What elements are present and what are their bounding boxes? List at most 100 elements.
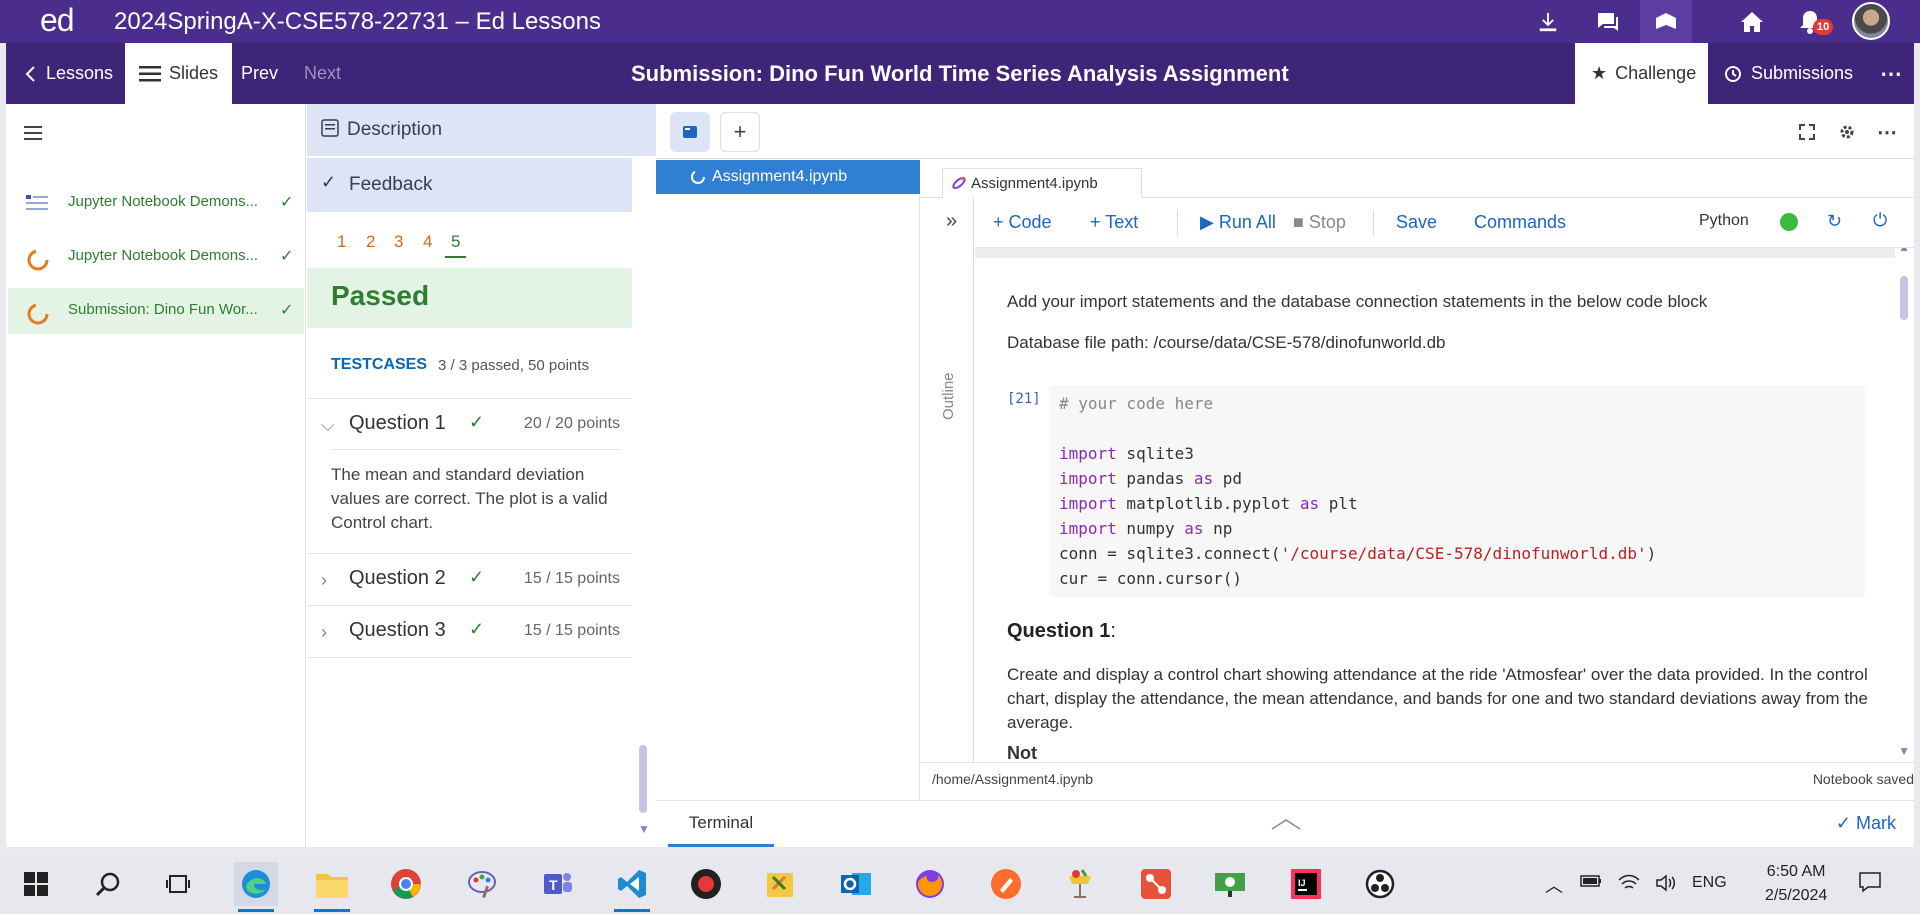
fruit-app-icon[interactable] bbox=[1058, 862, 1102, 906]
wifi-icon[interactable] bbox=[1618, 874, 1640, 897]
presentation-app-icon[interactable] bbox=[1208, 862, 1252, 906]
windows-start-icon[interactable] bbox=[14, 862, 58, 906]
outlook-icon[interactable] bbox=[834, 862, 878, 906]
edge-browser-icon[interactable] bbox=[234, 862, 278, 912]
attempt-5[interactable]: 5 bbox=[445, 232, 467, 258]
file-item[interactable]: Assignment4.ipynb bbox=[656, 160, 920, 194]
menu-icon bbox=[139, 65, 161, 81]
intellij-icon[interactable]: IJ bbox=[1284, 862, 1328, 906]
description-tab[interactable]: Description bbox=[307, 104, 656, 156]
commands-button[interactable]: Commands bbox=[1474, 212, 1566, 233]
scroll-down-icon[interactable]: ▼ bbox=[1898, 744, 1910, 758]
submissions-button[interactable]: Submissions bbox=[1724, 43, 1853, 104]
chevron-up-icon[interactable] bbox=[1271, 817, 1301, 835]
feedback-tab[interactable]: ✓ Feedback bbox=[307, 158, 632, 212]
add-icon[interactable]: + bbox=[720, 112, 760, 152]
next-button[interactable]: Next bbox=[304, 43, 341, 104]
save-button[interactable]: Save bbox=[1396, 212, 1437, 233]
stop-button[interactable]: ■ Stop bbox=[1293, 212, 1346, 233]
add-text-button[interactable]: + Text bbox=[1090, 212, 1138, 233]
download-icon[interactable] bbox=[1522, 0, 1574, 43]
volume-icon[interactable] bbox=[1655, 874, 1677, 897]
language-indicator[interactable]: ENG bbox=[1692, 874, 1727, 892]
mark-button[interactable]: ✓ Mark bbox=[1836, 813, 1896, 834]
chevron-up-icon[interactable]: ︿ bbox=[1545, 872, 1563, 898]
lessons-button[interactable]: Lessons bbox=[24, 43, 113, 104]
notebook-tab[interactable]: Assignment4.ipynb bbox=[942, 168, 1142, 198]
clock[interactable]: 6:50 AM 2/5/2024 bbox=[1765, 860, 1827, 908]
task-view-icon[interactable] bbox=[156, 862, 200, 906]
windows-taskbar: T IJ ︿ ENG 6:50 AM 2/5/2024 bbox=[0, 854, 1920, 914]
outline-label[interactable]: Outline bbox=[940, 372, 957, 420]
markdown-cell-2[interactable]: Database file path: /course/data/CSE-578… bbox=[1007, 333, 1446, 353]
file-browser-icon[interactable] bbox=[670, 112, 710, 152]
notebook-scrollbar[interactable] bbox=[1900, 276, 1908, 320]
check-icon: ✓ bbox=[469, 567, 485, 587]
sidebar-menu-icon[interactable] bbox=[24, 126, 42, 145]
gear-icon[interactable] bbox=[1827, 112, 1867, 152]
terminal-tab[interactable]: Terminal bbox=[668, 801, 774, 847]
sidebar-item-lesson-3[interactable]: Submission: Dino Fun Wor... ✓ bbox=[8, 288, 304, 334]
run-all-button[interactable]: ▶ Run All bbox=[1200, 212, 1276, 233]
sidebar-item-lesson-1[interactable]: Jupyter Notebook Demons... ✓ bbox=[8, 180, 304, 226]
lessons-icon[interactable] bbox=[1640, 0, 1692, 43]
history-icon bbox=[1725, 65, 1741, 82]
slides-button[interactable]: Slides bbox=[125, 43, 233, 104]
search-icon[interactable] bbox=[86, 862, 130, 906]
record-icon[interactable] bbox=[684, 862, 728, 906]
attempt-1[interactable]: 1 bbox=[337, 232, 346, 252]
more-icon[interactable]: ⋯ bbox=[1867, 112, 1907, 152]
home-icon[interactable] bbox=[1726, 0, 1778, 43]
pen-app-icon[interactable] bbox=[984, 862, 1028, 906]
paint-icon[interactable] bbox=[460, 862, 504, 906]
diagram-app-icon[interactable] bbox=[1134, 862, 1178, 906]
attempt-2[interactable]: 2 bbox=[366, 232, 375, 252]
battery-icon[interactable] bbox=[1580, 874, 1602, 893]
code-cell[interactable]: # your code here import sqlite3 import p… bbox=[1049, 385, 1865, 597]
question-row-3[interactable]: › Question 3 ✓ 15 / 15 points bbox=[307, 605, 632, 657]
vscode-icon[interactable] bbox=[610, 862, 654, 912]
obs-icon[interactable] bbox=[1358, 862, 1402, 906]
scroll-up-icon[interactable]: ▲ bbox=[1898, 248, 1910, 254]
add-code-button[interactable]: + Code bbox=[993, 212, 1052, 233]
file-explorer-icon[interactable] bbox=[310, 862, 354, 912]
power-icon[interactable]: ⏻ bbox=[1873, 210, 1887, 231]
firefox-icon[interactable] bbox=[908, 862, 952, 906]
description-label: Description bbox=[347, 119, 443, 140]
ed-logo[interactable]: ed bbox=[40, 2, 75, 39]
avatar[interactable] bbox=[1852, 2, 1890, 40]
notes-app-icon[interactable] bbox=[758, 862, 802, 906]
chevron-down-icon: ⌵ bbox=[321, 415, 335, 435]
lesson-label: Jupyter Notebook Demons... bbox=[68, 247, 259, 264]
lesson-sidebar: Jupyter Notebook Demons... ✓ Jupyter Not… bbox=[6, 104, 306, 847]
question-label: Question 2 bbox=[349, 567, 446, 589]
question-1-heading[interactable]: Question 1: bbox=[1007, 620, 1116, 643]
markdown-cell-note[interactable]: Not bbox=[1007, 743, 1037, 762]
attempt-4[interactable]: 4 bbox=[423, 232, 432, 252]
feedback-scrollbar[interactable] bbox=[639, 745, 647, 813]
status-bar: /home/Assignment4.ipynb Notebook saved bbox=[920, 762, 1914, 798]
chat-icon[interactable] bbox=[1582, 0, 1634, 43]
progress-ring-icon bbox=[26, 302, 50, 330]
attempt-3[interactable]: 3 bbox=[394, 232, 403, 252]
fullscreen-icon[interactable] bbox=[1787, 112, 1827, 152]
check-icon: ✓ bbox=[280, 302, 294, 319]
teams-icon[interactable]: T bbox=[536, 862, 580, 906]
more-options-icon[interactable]: ⋯ bbox=[1880, 43, 1902, 104]
chevron-right-icon: › bbox=[321, 570, 327, 590]
question-row-1[interactable]: ⌵ Question 1 ✓ 20 / 20 points bbox=[307, 398, 632, 450]
question-row-2[interactable]: › Question 2 ✓ 15 / 15 points bbox=[307, 553, 632, 605]
notification-center-icon[interactable] bbox=[1858, 870, 1882, 899]
question-1-description[interactable]: Create and display a control chart showi… bbox=[1007, 663, 1887, 735]
challenge-button[interactable]: ★ Challenge bbox=[1575, 43, 1708, 104]
feedback-label: Feedback bbox=[349, 174, 433, 195]
question-1-feedback: The mean and standard deviation values a… bbox=[331, 465, 608, 532]
restart-icon[interactable]: ↻ bbox=[1827, 211, 1842, 232]
prev-button[interactable]: Prev bbox=[241, 43, 278, 104]
jupyter-icon bbox=[951, 175, 967, 195]
scroll-down-icon[interactable]: ▼ bbox=[638, 822, 650, 836]
sidebar-item-lesson-2[interactable]: Jupyter Notebook Demons... ✓ bbox=[8, 234, 304, 280]
expand-icon[interactable]: » bbox=[946, 210, 957, 233]
chrome-icon[interactable] bbox=[384, 862, 428, 906]
markdown-cell-1[interactable]: Add your import statements and the datab… bbox=[1007, 292, 1707, 312]
